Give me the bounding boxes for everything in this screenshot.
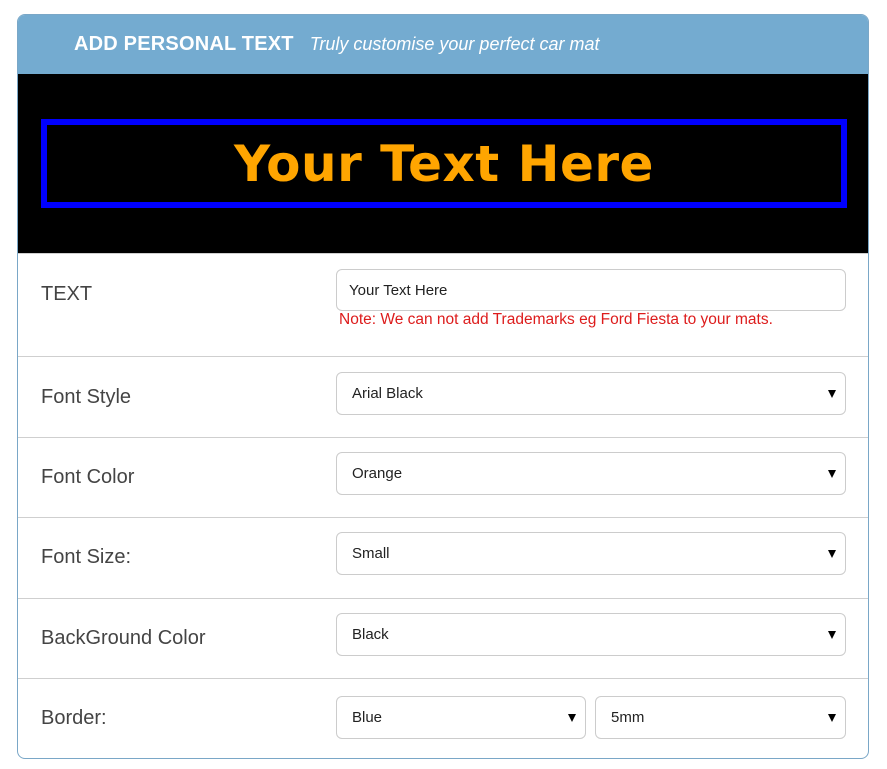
font-style-value: Arial Black: [352, 385, 423, 402]
background-color-select[interactable]: Black: [336, 613, 846, 656]
font-color-select[interactable]: Orange: [336, 452, 846, 495]
caret-down-icon: [828, 389, 836, 398]
panel-subtitle: Truly customise your perfect car mat: [309, 34, 600, 54]
caret-down-icon: [828, 549, 836, 558]
font-style-row: Font Style Arial Black: [18, 356, 868, 437]
font-color-row: Font Color Orange: [18, 437, 868, 517]
personal-text-panel: ADD PERSONAL TEXT Truly customise your p…: [17, 14, 869, 759]
panel-title: ADD PERSONAL TEXT: [74, 33, 294, 55]
font-color-value: Orange: [352, 465, 403, 482]
font-size-label: Font Size:: [41, 546, 132, 568]
border-size-select[interactable]: 5mm: [595, 696, 846, 739]
font-size-row: Font Size: Small: [18, 517, 868, 598]
background-color-value: Black: [352, 626, 389, 643]
mat-preview: Your Text Here: [18, 74, 868, 253]
preview-text: Your Text Here: [234, 134, 654, 193]
border-row: Border: Blue 5mm: [18, 678, 868, 758]
text-label: TEXT: [41, 283, 93, 305]
border-size-value: 5mm: [611, 709, 645, 726]
font-style-label: Font Style: [41, 386, 132, 408]
caret-down-icon: [828, 469, 836, 478]
border-label: Border:: [41, 707, 107, 729]
panel-header: ADD PERSONAL TEXT Truly customise your p…: [18, 15, 868, 74]
border-color-value: Blue: [352, 709, 383, 726]
preview-border: Your Text Here: [41, 119, 847, 208]
text-row: TEXT Note: We can not add Trademarks eg …: [18, 253, 868, 356]
border-color-select[interactable]: Blue: [336, 696, 586, 739]
font-size-value: Small: [352, 545, 390, 562]
font-color-label: Font Color: [41, 466, 135, 488]
font-size-select[interactable]: Small: [336, 532, 846, 575]
background-color-label: BackGround Color: [41, 627, 206, 649]
text-input[interactable]: [336, 269, 846, 311]
caret-down-icon: [828, 630, 836, 639]
font-style-select[interactable]: Arial Black: [336, 372, 846, 415]
caret-down-icon: [828, 713, 836, 722]
caret-down-icon: [568, 713, 576, 722]
background-color-row: BackGround Color Black: [18, 598, 868, 678]
trademark-note: Note: We can not add Trademarks eg Ford …: [339, 311, 773, 328]
